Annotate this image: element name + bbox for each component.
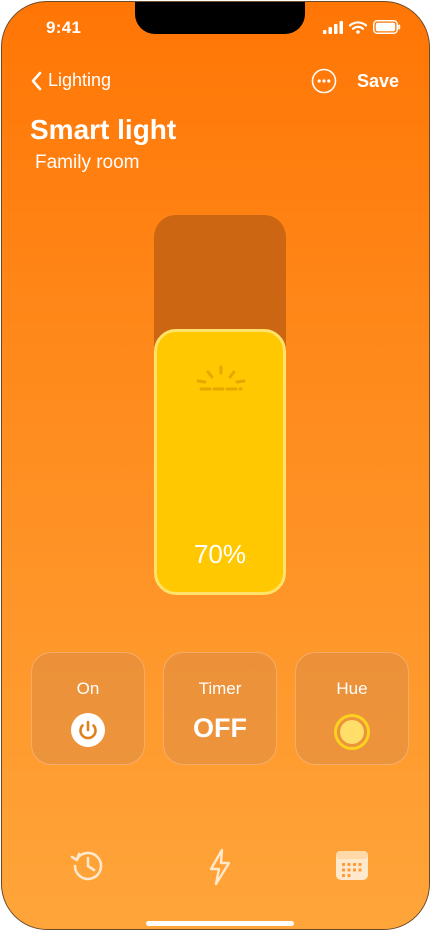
calendar-icon[interactable]	[334, 847, 370, 883]
color-dot-icon	[334, 714, 370, 750]
history-icon[interactable]	[69, 847, 107, 885]
status-icons	[323, 20, 401, 34]
home-indicator[interactable]	[146, 921, 294, 926]
back-button[interactable]: Lighting	[30, 70, 111, 91]
save-button[interactable]: Save	[357, 71, 399, 92]
lightning-icon[interactable]	[204, 847, 236, 887]
sun-icon	[196, 365, 246, 391]
page-subtitle: Family room	[35, 152, 140, 173]
more-options-button[interactable]	[311, 68, 337, 94]
more-icon	[311, 68, 337, 94]
device-notch	[135, 2, 305, 34]
power-tile[interactable]: On	[31, 652, 145, 765]
hue-tile[interactable]: Hue	[295, 652, 409, 765]
cellular-signal-icon	[323, 20, 343, 34]
power-tile-label: On	[76, 679, 100, 698]
page-title: Smart light	[30, 114, 177, 145]
hue-tile-label: Hue	[336, 679, 368, 698]
status-time: 9:41	[46, 18, 82, 37]
phone-screen: 9:41 Lighting Save Smart light Family ro…	[1, 1, 430, 930]
timer-tile[interactable]: Timer OFF	[163, 652, 277, 765]
brightness-value: 70%	[193, 539, 247, 569]
battery-icon	[373, 20, 401, 34]
chevron-left-icon	[31, 71, 42, 90]
back-label: Lighting	[48, 70, 112, 90]
power-icon	[71, 713, 105, 747]
wifi-icon	[349, 20, 367, 34]
timer-value: OFF	[193, 713, 247, 743]
nav-actions: Save	[311, 68, 399, 94]
timer-tile-label: Timer	[198, 679, 242, 698]
